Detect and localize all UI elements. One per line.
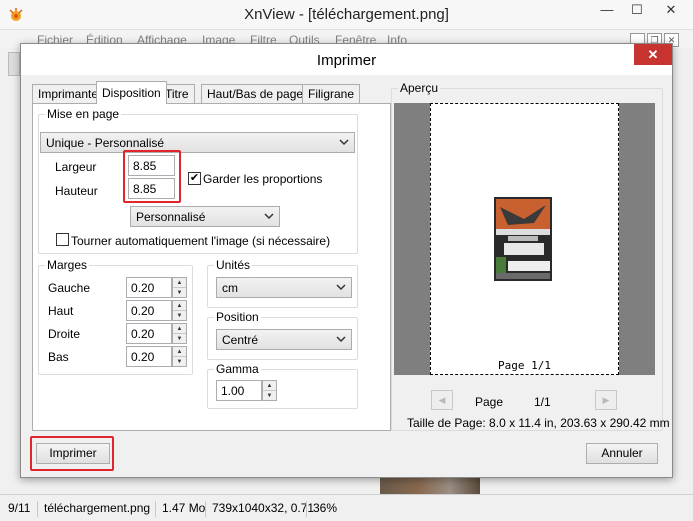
auto-rotate-label: Tourner automatiquement l'image (si néce… <box>71 234 331 248</box>
down-arrow-icon[interactable]: ▼ <box>173 311 186 321</box>
margin-right-stepper[interactable]: ▲ ▼ <box>172 323 187 344</box>
layout-mode-value: Unique - Personnalisé <box>46 136 165 150</box>
print-button-highlight <box>30 436 114 471</box>
status-bar: 9/11 téléchargement.png 1.47 Mo 739x1040… <box>0 494 693 521</box>
layout-group-label: Mise en page <box>45 107 122 121</box>
paper-size-select[interactable]: Personnalisé <box>130 206 280 227</box>
chevron-down-icon <box>336 336 346 343</box>
size-fields-highlight <box>123 150 181 203</box>
height-label: Hauteur <box>55 184 98 198</box>
next-page-button[interactable]: ▶ <box>595 390 617 410</box>
tab-disposition[interactable]: Disposition <box>96 81 167 104</box>
margins-group-label: Marges <box>45 258 90 272</box>
cancel-button[interactable]: Annuler <box>586 443 658 464</box>
preview-image-thumbnail <box>494 197 552 281</box>
units-select[interactable]: cm <box>216 277 352 298</box>
margin-right-label: Droite <box>48 327 81 341</box>
status-zoom: 36% <box>306 501 337 517</box>
page-label: Page <box>475 395 504 409</box>
page-counter: 1/1 <box>534 395 551 409</box>
preview-group-label: Aperçu <box>398 81 441 95</box>
down-arrow-icon[interactable]: ▼ <box>173 288 186 298</box>
minimize-button[interactable]: — <box>592 0 622 21</box>
window-title: XnView - [téléchargement.png] <box>244 6 449 23</box>
margin-bottom-stepper[interactable]: ▲ ▼ <box>172 346 187 367</box>
status-index: 9/11 <box>8 501 31 515</box>
margin-left-stepper[interactable]: ▲ ▼ <box>172 277 187 298</box>
chevron-down-icon <box>264 213 274 220</box>
margin-bottom-field[interactable]: 0.20 <box>126 346 172 367</box>
page-size-info: Taille de Page: 8.0 x 11.4 in, 203.63 x … <box>407 416 670 430</box>
position-group-label: Position <box>214 310 261 324</box>
up-arrow-icon[interactable]: ▲ <box>173 278 186 288</box>
paper-size-value: Personnalisé <box>136 210 206 224</box>
status-filesize: 1.47 Mo <box>155 501 205 517</box>
up-arrow-icon[interactable]: ▲ <box>173 347 186 357</box>
tab-imprimante[interactable]: Imprimante <box>32 84 105 103</box>
preview-page-footer: Page 1/1 <box>498 359 551 372</box>
dialog-close-button[interactable]: ✕ <box>634 44 672 65</box>
main-title-bar: XnView - [téléchargement.png] — ☐ ✕ <box>0 0 693 30</box>
margin-left-field[interactable]: 0.20 <box>126 277 172 298</box>
gamma-stepper[interactable]: ▲ ▼ <box>262 380 277 401</box>
close-window-button[interactable]: ✕ <box>652 0 690 21</box>
tab-filigrane[interactable]: Filigrane <box>302 84 361 103</box>
status-dimensions: 739x1040x32, 0.71 <box>205 501 314 517</box>
down-arrow-icon[interactable]: ▼ <box>263 391 276 401</box>
position-value: Centré <box>222 333 259 347</box>
position-select[interactable]: Centré <box>216 329 352 350</box>
margin-right-field[interactable]: 0.20 <box>126 323 172 344</box>
down-arrow-icon[interactable]: ▼ <box>173 357 186 367</box>
keep-ratio-checkbox[interactable]: ✔ <box>188 172 201 185</box>
prev-page-button[interactable]: ◀ <box>431 390 453 410</box>
dialog-title-bar: Imprimer ✕ <box>21 44 672 75</box>
margin-top-stepper[interactable]: ▲ ▼ <box>172 300 187 321</box>
units-group-label: Unités <box>214 258 253 272</box>
maximize-button[interactable]: ☐ <box>622 0 652 21</box>
units-value: cm <box>222 281 238 295</box>
print-dialog: Imprimer ✕ Imprimante Disposition Titre … <box>20 43 673 478</box>
up-arrow-icon[interactable]: ▲ <box>263 381 276 391</box>
up-arrow-icon[interactable]: ▲ <box>173 324 186 334</box>
margin-left-label: Gauche <box>48 281 91 295</box>
gamma-field[interactable]: 1.00 <box>216 380 262 401</box>
margin-top-field[interactable]: 0.20 <box>126 300 172 321</box>
margin-bottom-label: Bas <box>48 350 69 364</box>
tab-haut-bas-de-page[interactable]: Haut/Bas de page <box>201 84 310 103</box>
up-arrow-icon[interactable]: ▲ <box>173 301 186 311</box>
status-filename: téléchargement.png <box>37 501 150 517</box>
margin-top-label: Haut <box>48 304 74 318</box>
browser-tab-stub[interactable] <box>8 52 20 76</box>
layout-mode-select[interactable]: Unique - Personnalisé <box>40 132 355 153</box>
keep-ratio-label: Garder les proportions <box>203 172 323 186</box>
width-label: Largeur <box>55 160 97 174</box>
auto-rotate-checkbox[interactable] <box>56 233 69 246</box>
dialog-title: Imprimer <box>316 52 377 69</box>
down-arrow-icon[interactable]: ▼ <box>173 334 186 344</box>
chevron-down-icon <box>336 284 346 291</box>
chevron-down-icon <box>339 139 349 146</box>
gamma-group-label: Gamma <box>214 362 261 376</box>
